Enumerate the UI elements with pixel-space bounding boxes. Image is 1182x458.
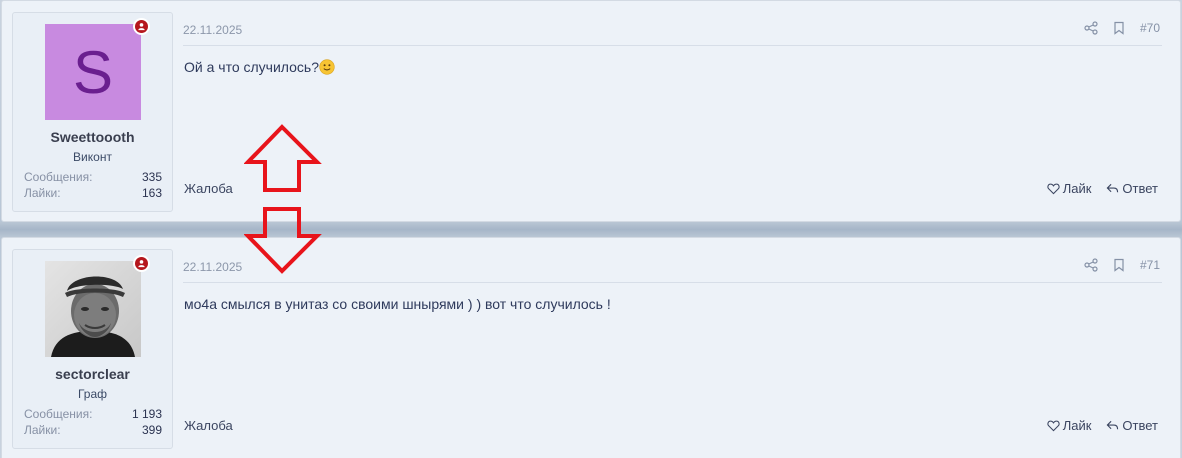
post-header-actions: #70	[1084, 21, 1160, 35]
messages-count: 335	[141, 170, 162, 184]
avatar[interactable]: S	[45, 24, 141, 120]
user-cell: sectorclear Граф Сообщения: 1 193 Лайки:…	[12, 249, 173, 449]
like-label: Лайк	[1062, 181, 1092, 196]
post-header-actions: #71	[1084, 258, 1160, 272]
user-title: Граф	[77, 387, 108, 401]
reply-icon	[1107, 183, 1119, 193]
reply-label: Ответ	[1122, 418, 1158, 433]
messages-stat: Сообщения: 335	[24, 170, 162, 184]
messages-label: Сообщения:	[24, 170, 93, 184]
username[interactable]: Sweettoooth	[13, 129, 172, 145]
reply-icon	[1107, 420, 1119, 430]
bookmark-icon[interactable]	[1112, 21, 1126, 35]
reply-button[interactable]: Ответ	[1106, 181, 1158, 196]
like-button[interactable]: Лайк	[1047, 181, 1092, 196]
like-label: Лайк	[1062, 418, 1092, 433]
likes-count: 163	[141, 186, 162, 200]
user-title: Виконт	[73, 150, 112, 164]
messages-count: 1 193	[131, 407, 162, 421]
share-icon[interactable]	[1084, 21, 1098, 35]
post-body: Ой а что случилось?	[184, 59, 335, 75]
post-footer-actions: Лайк Ответ	[1047, 418, 1158, 433]
user-cell: S Sweettoooth Виконт Сообщения: 335 Лайк…	[12, 12, 173, 212]
post-number[interactable]: #70	[1140, 21, 1160, 35]
heart-icon	[1047, 420, 1060, 432]
post-date[interactable]: 22.11.2025	[183, 23, 242, 37]
likes-stat: Лайки: 163	[24, 186, 162, 200]
online-status-icon	[133, 255, 150, 272]
likes-label: Лайки:	[24, 186, 61, 200]
post-text: мо4а смылся в унитаз со своими шнырями )…	[184, 296, 611, 312]
post-number[interactable]: #71	[1140, 258, 1160, 272]
post-body: мо4а смылся в унитаз со своими шнырями )…	[184, 296, 611, 312]
online-status-icon	[133, 18, 150, 35]
likes-stat: Лайки: 399	[24, 423, 162, 437]
avatar-letter: S	[72, 38, 114, 106]
post-date[interactable]: 22.11.2025	[183, 260, 242, 274]
avatar-photo-image	[45, 261, 141, 357]
username[interactable]: sectorclear	[13, 366, 172, 382]
report-link[interactable]: Жалоба	[184, 418, 233, 433]
bookmark-icon[interactable]	[1112, 258, 1126, 272]
share-icon[interactable]	[1084, 258, 1098, 272]
avatar[interactable]	[45, 261, 141, 357]
post-footer-actions: Лайк Ответ	[1047, 181, 1158, 196]
slightly-smiling-face-icon	[319, 59, 335, 75]
header-divider	[183, 45, 1162, 46]
post-71: sectorclear Граф Сообщения: 1 193 Лайки:…	[1, 237, 1181, 458]
messages-label: Сообщения:	[24, 407, 93, 421]
post-70: S Sweettoooth Виконт Сообщения: 335 Лайк…	[1, 0, 1181, 222]
post-separator	[0, 222, 1182, 237]
likes-count: 399	[141, 423, 162, 437]
likes-label: Лайки:	[24, 423, 61, 437]
reply-button[interactable]: Ответ	[1106, 418, 1158, 433]
messages-stat: Сообщения: 1 193	[24, 407, 162, 421]
heart-icon	[1047, 183, 1060, 195]
report-link[interactable]: Жалоба	[184, 181, 233, 196]
like-button[interactable]: Лайк	[1047, 418, 1092, 433]
reply-label: Ответ	[1122, 181, 1158, 196]
header-divider	[183, 282, 1162, 283]
post-text: Ой а что случилось?	[184, 59, 319, 75]
